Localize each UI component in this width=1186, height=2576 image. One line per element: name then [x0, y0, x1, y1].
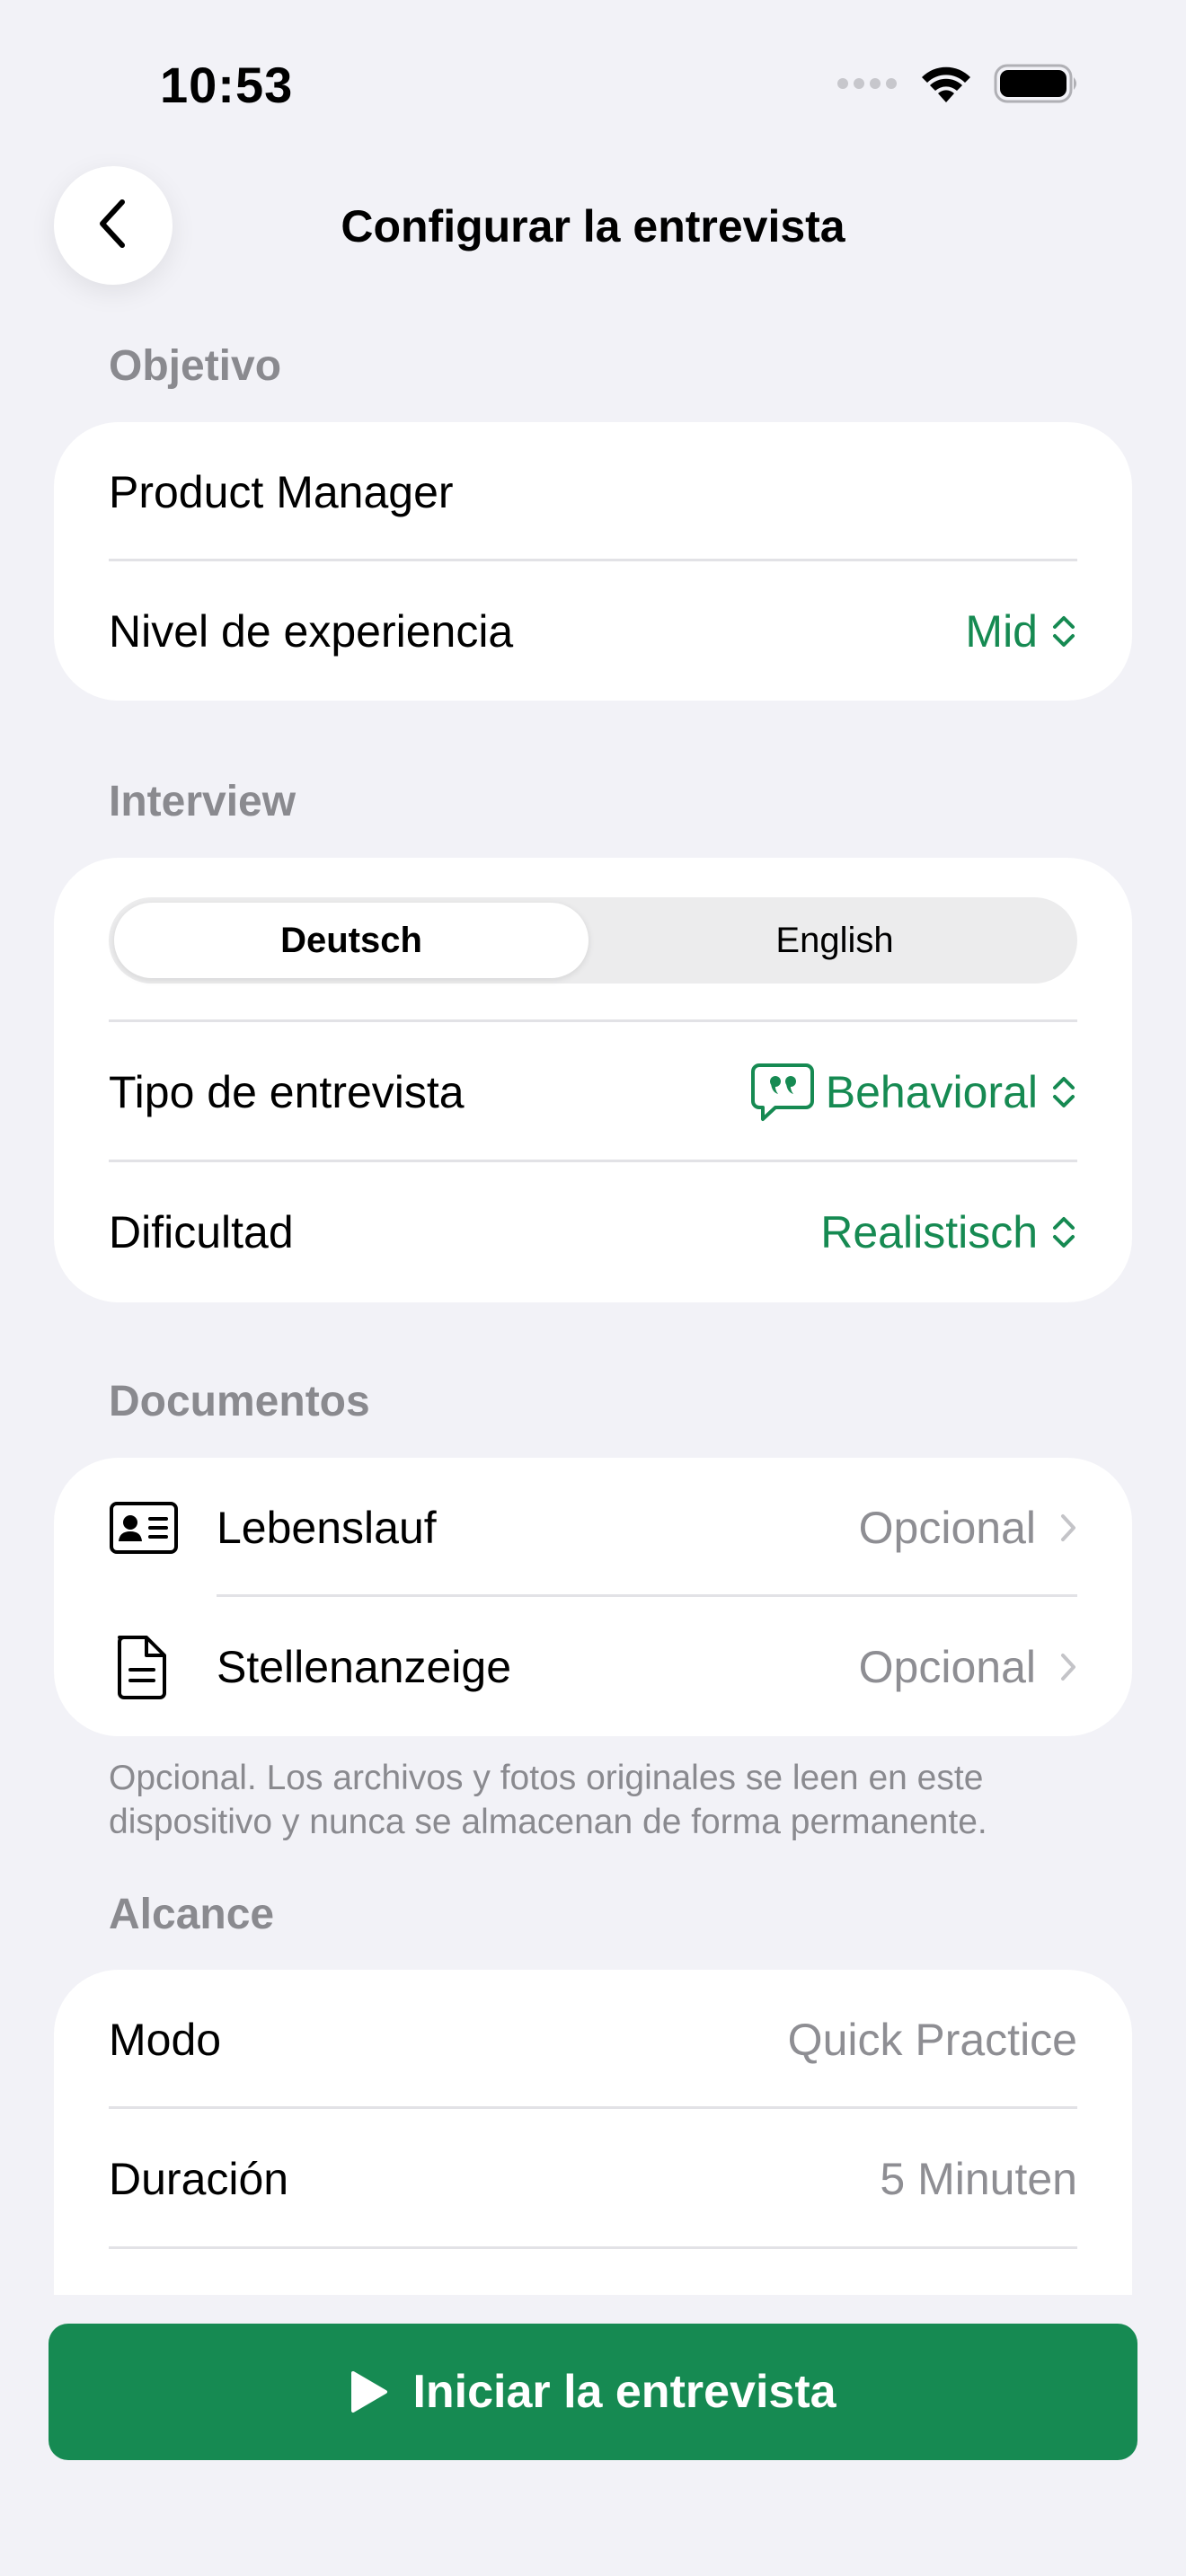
play-icon	[350, 2369, 389, 2414]
mode-value: Quick Practice	[787, 2014, 1077, 2065]
job-posting-label: Stellenanzeige	[217, 1641, 512, 1692]
difficulty-label: Dificultad	[109, 1206, 294, 1257]
section-header-documents: Documentos	[109, 1378, 370, 1425]
job-posting-row[interactable]: Stellenanzeige Opcional	[109, 1597, 1077, 1736]
battery-icon	[994, 63, 1080, 109]
difficulty-row[interactable]: Dificultad Realistisch	[109, 1162, 1077, 1301]
objective-card: Product Manager Nivel de experiencia Mid	[54, 422, 1132, 701]
mode-row[interactable]: Modo Quick Practice	[109, 1970, 1077, 2109]
chevron-right-icon	[1059, 1513, 1077, 1543]
interview-type-row[interactable]: Tipo de entrevista Behavioral	[109, 1022, 1077, 1161]
section-header-scope: Alcance	[109, 1891, 275, 1938]
resume-status: Opcional	[859, 1502, 1077, 1554]
status-icons	[836, 63, 1080, 109]
bottom-action-bar: Iniciar la entrevista	[0, 2295, 1186, 2576]
documents-footnote: Opcional. Los archivos y fotos originale…	[109, 1759, 987, 1841]
mode-label: Modo	[109, 2014, 222, 2065]
page-title: Configurar la entrevista	[341, 201, 845, 251]
status-time: 10:53	[160, 57, 294, 113]
divider	[109, 2246, 1077, 2249]
documents-card: Lebenslauf Opcional Stellenanzeige Opcio…	[54, 1458, 1132, 1736]
chevron-up-down-icon	[1050, 1213, 1077, 1252]
duration-label: Duración	[109, 2153, 289, 2204]
quote-bubble-icon	[750, 1062, 815, 1123]
duration-row[interactable]: Duración 5 Minuten	[109, 2109, 1077, 2248]
experience-level-picker[interactable]: Mid	[965, 605, 1077, 657]
interview-type-label: Tipo de entrevista	[109, 1066, 465, 1117]
interview-type-picker[interactable]: Behavioral	[750, 1062, 1077, 1123]
role-value: Product Manager	[109, 466, 454, 517]
experience-level-label: Nivel de experiencia	[109, 605, 514, 657]
experience-level-value: Mid	[965, 605, 1038, 657]
experience-level-row[interactable]: Nivel de experiencia Mid	[109, 561, 1077, 701]
id-card-icon	[109, 1492, 181, 1564]
difficulty-picker[interactable]: Realistisch	[820, 1206, 1077, 1258]
language-option-deutsch[interactable]: Deutsch	[114, 903, 589, 978]
resume-row[interactable]: Lebenslauf Opcional	[109, 1458, 1077, 1597]
chevron-up-down-icon	[1050, 612, 1077, 651]
interview-card: Deutsch English Tipo de entrevista Behav…	[54, 858, 1132, 1302]
difficulty-value: Realistisch	[820, 1206, 1038, 1257]
resume-label: Lebenslauf	[217, 1502, 437, 1553]
section-header-objective: Objetivo	[109, 342, 282, 390]
role-row[interactable]: Product Manager	[109, 422, 1077, 561]
start-interview-button[interactable]: Iniciar la entrevista	[49, 2324, 1137, 2460]
nav-bar: Configurar la entrevista	[0, 166, 1186, 287]
chevron-up-down-icon	[1050, 1072, 1077, 1112]
job-posting-status: Opcional	[859, 1641, 1077, 1693]
document-icon	[109, 1631, 181, 1703]
language-option-english[interactable]: English	[597, 903, 1072, 978]
section-header-interview: Interview	[109, 778, 296, 825]
duration-value: 5 Minuten	[880, 2153, 1077, 2204]
resume-value: Opcional	[858, 1502, 1036, 1553]
status-bar: 10:53	[0, 0, 1186, 171]
chevron-right-icon	[1059, 1652, 1077, 1682]
start-interview-label: Iniciar la entrevista	[412, 2366, 836, 2418]
wifi-icon	[918, 63, 974, 109]
cellular-signal-icon	[836, 75, 898, 97]
language-segmented-control: Deutsch English	[109, 897, 1077, 984]
job-posting-value: Opcional	[858, 1641, 1036, 1692]
interview-type-value: Behavioral	[825, 1066, 1038, 1117]
